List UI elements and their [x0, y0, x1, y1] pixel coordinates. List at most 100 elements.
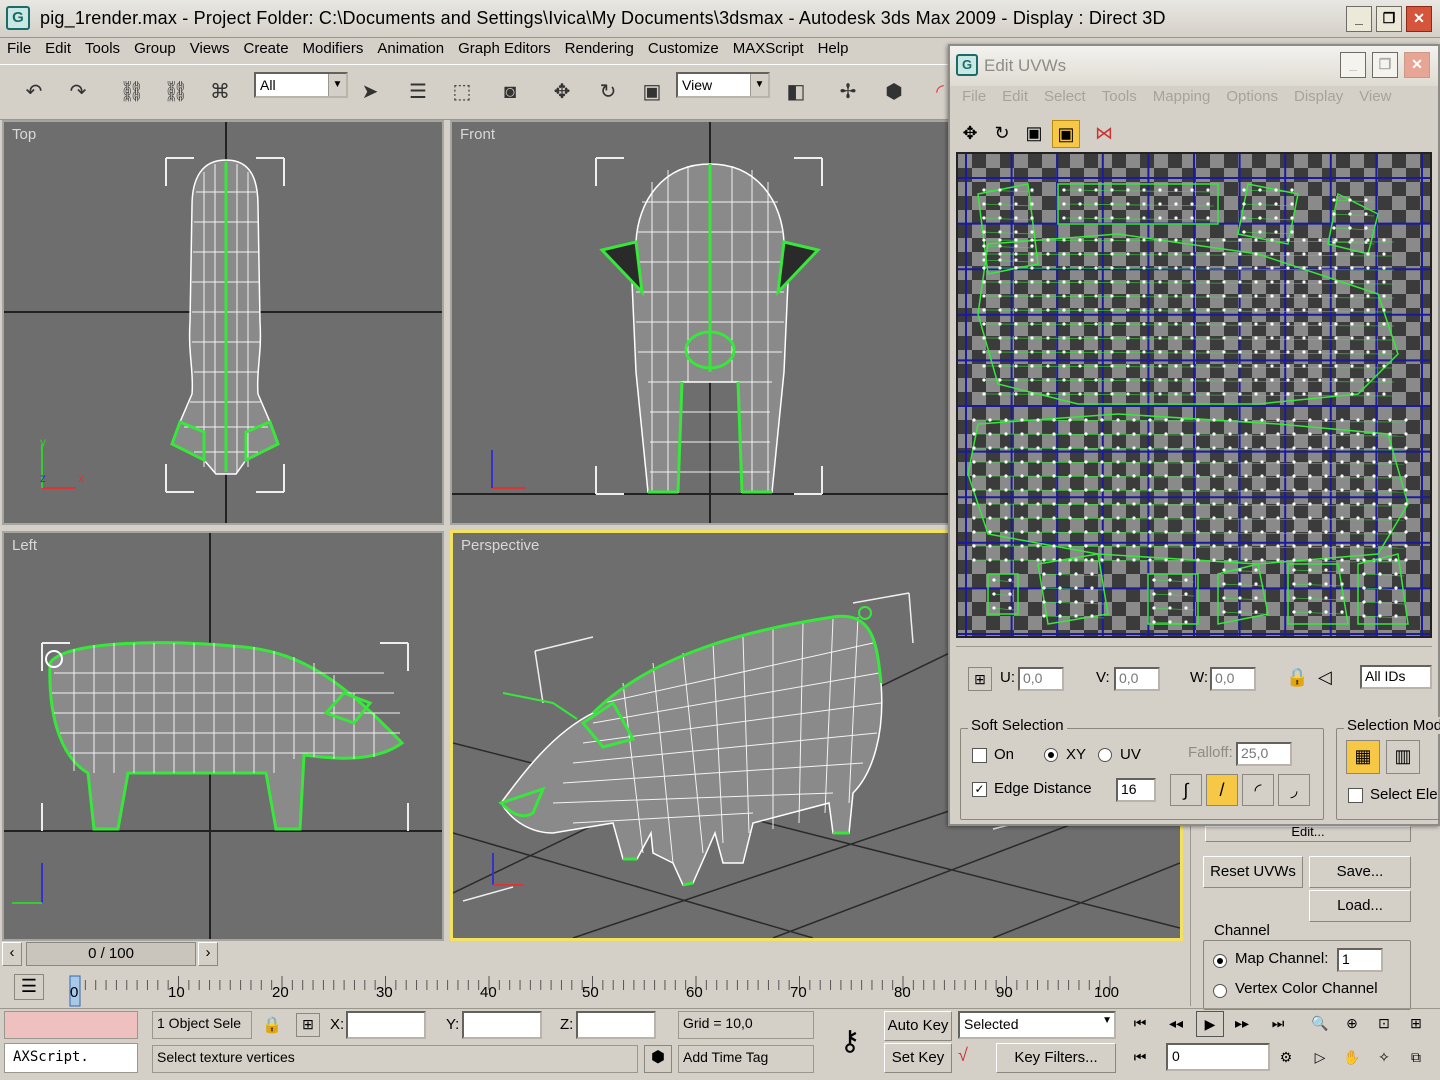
set-keys-key-icon[interactable]: ⚷	[822, 1023, 878, 1063]
select-by-name-icon[interactable]: ☰	[400, 74, 436, 112]
rotate-icon[interactable]: ↻	[590, 74, 626, 112]
menu-create[interactable]: Create	[237, 38, 296, 57]
window-crossing-icon[interactable]: ◙	[492, 74, 528, 112]
uv-freeform-icon[interactable]: ▣	[1052, 120, 1080, 148]
go-to-end-icon[interactable]: ⏭	[1264, 1011, 1292, 1037]
viewport-label-left[interactable]: Left	[12, 537, 37, 554]
uv-rotate-icon[interactable]: ↻	[988, 120, 1016, 148]
redo-icon[interactable]: ↷	[60, 74, 96, 112]
unlink-icon[interactable]: ⛓	[158, 74, 194, 112]
pan-icon[interactable]: ✋	[1338, 1045, 1366, 1071]
viewport-front[interactable]: Front	[450, 120, 950, 525]
zoom-extents-all-icon[interactable]: ⊞	[1402, 1011, 1430, 1037]
id-filter-dropdown[interactable]: All IDs	[1360, 665, 1432, 689]
falloff-fast-out-icon[interactable]: ◞	[1278, 774, 1310, 806]
uv-mirror-icon[interactable]: ⋈	[1090, 120, 1118, 148]
viewport-label-top[interactable]: Top	[12, 126, 36, 143]
uv-minimize-button[interactable]: _	[1340, 52, 1366, 78]
soft-selection-on-checkbox[interactable]	[972, 748, 987, 763]
menu-maxscript[interactable]: MAXScript	[726, 38, 811, 57]
uv-radio[interactable]	[1098, 748, 1112, 762]
field-of-view-icon[interactable]: ▷	[1306, 1045, 1334, 1071]
edge-distance-spinner[interactable]: 16	[1116, 778, 1156, 802]
bind-to-space-warp-icon[interactable]: ⌘	[202, 74, 238, 112]
reference-coordinate-dropdown[interactable]: View ▼	[676, 72, 770, 98]
uv-menu-mapping[interactable]: Mapping	[1145, 88, 1219, 105]
viewport-top[interactable]: x y z Top	[2, 120, 444, 525]
add-time-tag[interactable]: Add Time Tag	[678, 1045, 814, 1073]
zoom-all-icon[interactable]: ⊕	[1338, 1011, 1366, 1037]
time-slider[interactable]: ‹ 0 / 100 ›	[2, 942, 218, 966]
absolute-offset-icon[interactable]: ⊞	[968, 667, 992, 691]
use-pivot-center-icon[interactable]: ◧	[778, 74, 814, 112]
rectangular-selection-icon[interactable]: ⬚	[444, 74, 480, 112]
time-tag-cube-icon[interactable]: ⬢	[644, 1045, 672, 1073]
menu-file[interactable]: File	[0, 38, 38, 57]
scale-icon[interactable]: ▣	[634, 74, 670, 112]
falloff-smooth-icon[interactable]: ∫	[1170, 774, 1202, 806]
app-icon[interactable]: G	[6, 6, 30, 30]
select-object-icon[interactable]: ➤	[352, 74, 388, 112]
key-curve-icon[interactable]: √	[958, 1045, 988, 1073]
uv-menu-tools[interactable]: Tools	[1094, 88, 1145, 105]
auto-key-button[interactable]: Auto Key	[884, 1011, 952, 1041]
edge-distance-checkbox[interactable]: ✓	[972, 782, 987, 797]
orbit-icon[interactable]: ✧	[1370, 1045, 1398, 1071]
hide-icon[interactable]: ◁	[1318, 667, 1332, 688]
edge-mode-icon[interactable]: ▥	[1386, 740, 1420, 774]
key-filters-button[interactable]: Key Filters...	[996, 1043, 1116, 1073]
selection-filter-dropdown[interactable]: All ▼	[254, 72, 348, 98]
time-configuration-icon[interactable]: ⚙	[1272, 1045, 1300, 1071]
previous-frame-icon[interactable]: ◂◂	[1162, 1011, 1190, 1037]
menu-rendering[interactable]: Rendering	[558, 38, 641, 57]
go-to-start-icon[interactable]: ⏮	[1126, 1011, 1154, 1037]
uv-menu-view[interactable]: View	[1351, 88, 1399, 105]
w-spinner[interactable]: 0,0	[1210, 667, 1256, 691]
key-mode-toggle-icon[interactable]: ⏮	[1126, 1045, 1154, 1071]
menu-help[interactable]: Help	[811, 38, 856, 57]
maxscript-listener-output[interactable]	[4, 1011, 138, 1039]
maxscript-mini-listener[interactable]: AXScript.	[4, 1043, 138, 1073]
zoom-icon[interactable]: 🔍	[1306, 1011, 1334, 1037]
maximize-viewport-icon[interactable]: ⧉	[1402, 1045, 1430, 1071]
absolute-mode-icon[interactable]: ⊞	[296, 1013, 320, 1037]
save-button[interactable]: Save...	[1309, 856, 1411, 888]
select-and-link-icon[interactable]: ⛓	[114, 74, 150, 112]
key-mode-dropdown[interactable]: Selected ▼	[958, 1011, 1116, 1039]
uv-maximize-button[interactable]: ❐	[1372, 52, 1398, 78]
viewport-label-perspective[interactable]: Perspective	[461, 537, 539, 554]
selection-lock-icon[interactable]: 🔒	[262, 1015, 282, 1035]
vertex-mode-icon[interactable]: ▦	[1346, 740, 1380, 774]
lock-selection-icon[interactable]: 🔒	[1286, 667, 1308, 688]
menu-edit[interactable]: Edit	[38, 38, 78, 57]
uv-scale-icon[interactable]: ▣	[1020, 120, 1048, 148]
viewport-label-front[interactable]: Front	[460, 126, 495, 143]
move-icon[interactable]: ✥	[544, 74, 580, 112]
set-key-button[interactable]: Set Key	[884, 1043, 952, 1073]
zoom-extents-icon[interactable]: ⊡	[1370, 1011, 1398, 1037]
falloff-slow-out-icon[interactable]: ◜	[1242, 774, 1274, 806]
menu-customize[interactable]: Customize	[641, 38, 726, 57]
minimize-button[interactable]: _	[1346, 6, 1372, 32]
uv-menu-options[interactable]: Options	[1218, 88, 1286, 105]
uv-editor-canvas[interactable]	[956, 152, 1432, 638]
uv-menu-display[interactable]: Display	[1286, 88, 1351, 105]
uv-menu-edit[interactable]: Edit	[994, 88, 1036, 105]
menu-graph-editors[interactable]: Graph Editors	[451, 38, 558, 57]
menu-animation[interactable]: Animation	[370, 38, 451, 57]
close-button[interactable]: ✕	[1406, 6, 1432, 32]
menu-views[interactable]: Views	[183, 38, 237, 57]
y-coordinate-field[interactable]	[462, 1011, 542, 1039]
next-frame-icon[interactable]: ▸▸	[1228, 1011, 1256, 1037]
maximize-button[interactable]: ❐	[1376, 6, 1402, 32]
undo-icon[interactable]: ↶	[16, 74, 52, 112]
falloff-spinner[interactable]: 25,0	[1236, 742, 1292, 766]
uv-close-button[interactable]: ✕	[1404, 52, 1430, 78]
v-spinner[interactable]: 0,0	[1114, 667, 1160, 691]
u-spinner[interactable]: 0,0	[1018, 667, 1064, 691]
uv-menu-select[interactable]: Select	[1036, 88, 1094, 105]
vertex-color-radio[interactable]	[1213, 984, 1227, 998]
load-button[interactable]: Load...	[1309, 890, 1411, 922]
frame-display[interactable]: 0 / 100	[26, 942, 196, 966]
z-coordinate-field[interactable]	[576, 1011, 656, 1039]
